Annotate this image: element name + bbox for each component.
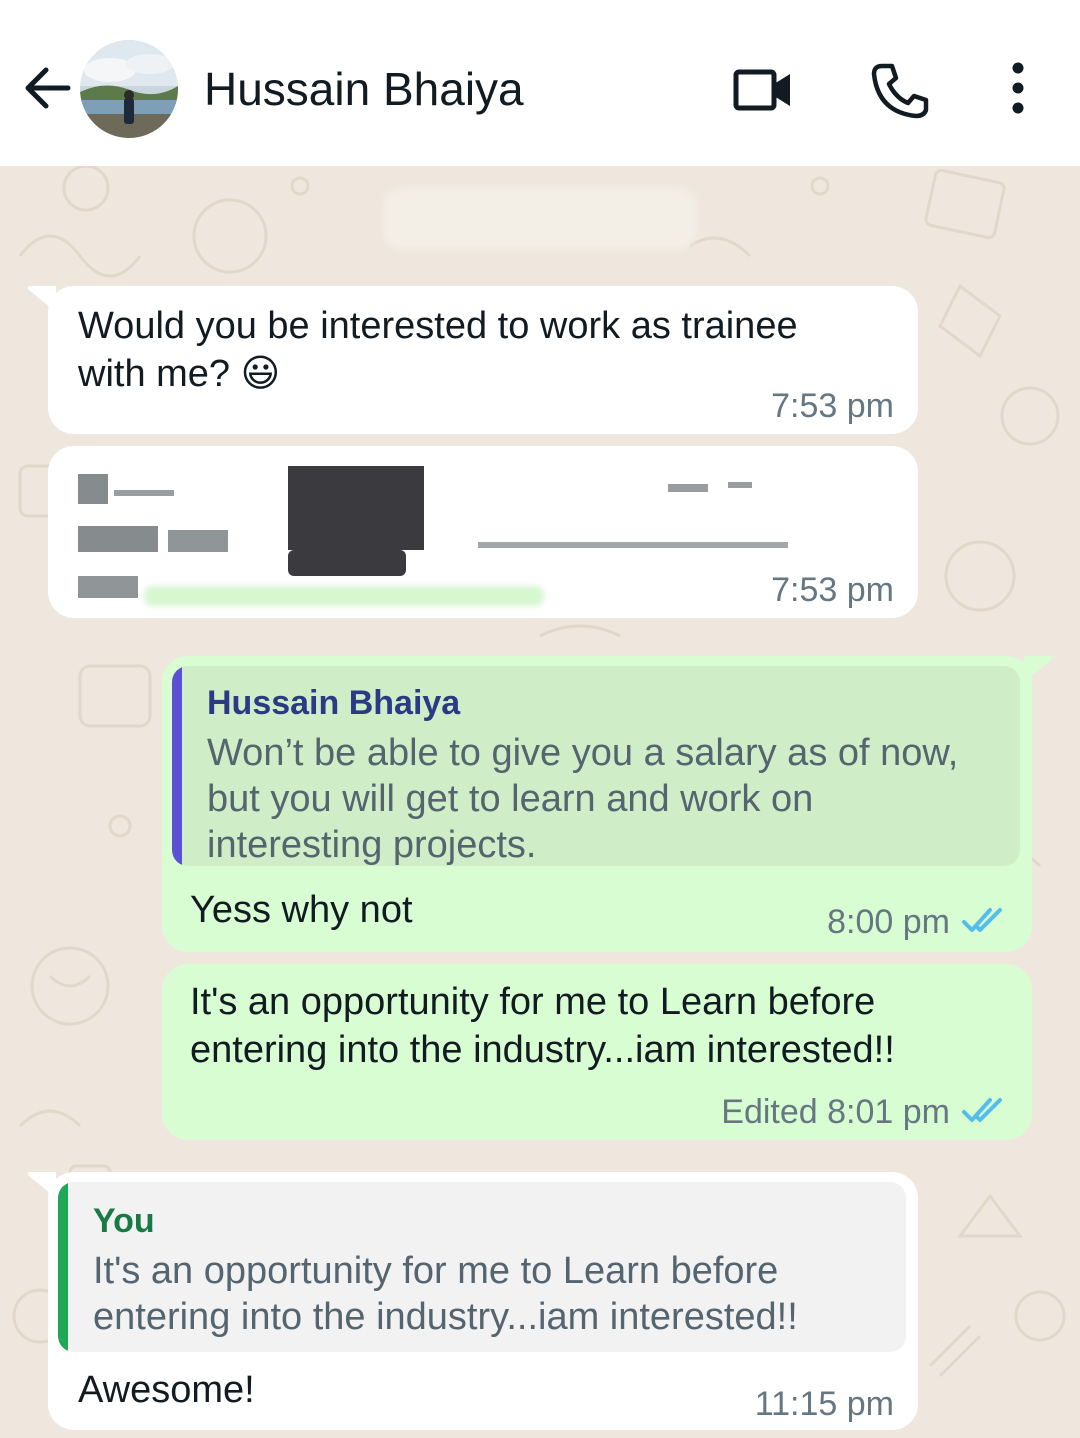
reply-quote[interactable]: You It's an opportunity for me to Learn … bbox=[58, 1182, 906, 1352]
message-text: Yess why not bbox=[190, 889, 413, 931]
contact-name[interactable]: Hussain Bhaiya bbox=[204, 60, 524, 118]
message-time: 11:15 pm bbox=[754, 1385, 894, 1423]
phone-icon[interactable] bbox=[868, 58, 932, 122]
reply-quote[interactable]: Hussain Bhaiya Won’t be able to give you… bbox=[172, 666, 1020, 866]
message-bubble-incoming-redacted[interactable]: 7:53 pm bbox=[48, 446, 918, 618]
quote-author: Hussain Bhaiya bbox=[207, 684, 461, 722]
redaction-smear bbox=[144, 586, 544, 606]
message-time: 8:01 pm bbox=[827, 1093, 950, 1131]
more-vertical-icon[interactable] bbox=[986, 58, 1050, 122]
double-check-icon bbox=[962, 908, 1002, 932]
chat-area[interactable]: Would you be interested to work as train… bbox=[0, 166, 1080, 1438]
arrow-left-icon[interactable] bbox=[20, 60, 76, 116]
message-text: It's an opportunity for me to Learn befo… bbox=[190, 981, 895, 1071]
message-edited-time: Edited 8:01 pm bbox=[721, 1092, 950, 1132]
message-time: 7:53 pm bbox=[771, 571, 894, 609]
message-text: Would you be interested to work as train… bbox=[78, 305, 798, 395]
message-bubble-outgoing[interactable]: It's an opportunity for me to Learn befo… bbox=[162, 964, 1032, 1140]
quote-bar bbox=[172, 666, 182, 866]
video-camera-icon[interactable] bbox=[730, 58, 794, 122]
redaction-block bbox=[288, 550, 406, 576]
chat-header: Hussain Bhaiya bbox=[0, 0, 1080, 166]
avatar[interactable] bbox=[80, 40, 178, 138]
bubble-tail bbox=[27, 1172, 56, 1198]
message-bubble-incoming[interactable]: You It's an opportunity for me to Learn … bbox=[27, 1172, 918, 1430]
quote-author: You bbox=[93, 1202, 155, 1240]
quote-bar bbox=[58, 1182, 68, 1352]
quote-text: It's an opportunity for me to Learn befo… bbox=[93, 1250, 798, 1338]
message-bubble-incoming[interactable]: Would you be interested to work as train… bbox=[27, 286, 918, 434]
redaction-block bbox=[288, 466, 424, 550]
bubble-tail bbox=[1024, 656, 1053, 682]
blurred-message-text bbox=[78, 474, 788, 598]
message-time: 8:00 pm bbox=[827, 903, 950, 941]
quote-text: Won’t be able to give you a salary as of… bbox=[207, 732, 959, 866]
date-chip bbox=[384, 188, 696, 250]
edited-label: Edited bbox=[721, 1093, 818, 1131]
double-check-icon bbox=[962, 1098, 1002, 1122]
bubble-tail bbox=[27, 286, 56, 312]
message-bubble-outgoing[interactable]: Hussain Bhaiya Won’t be able to give you… bbox=[162, 656, 1053, 952]
message-text: Awesome! bbox=[78, 1369, 255, 1411]
message-time: 7:53 pm bbox=[771, 387, 894, 425]
